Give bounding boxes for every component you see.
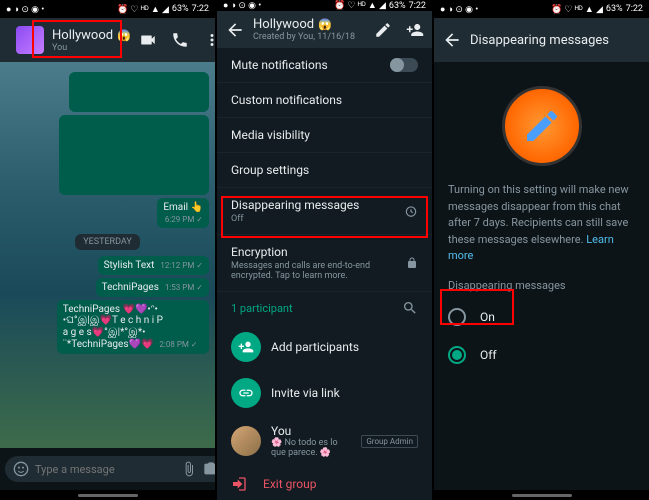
search-icon[interactable] bbox=[402, 300, 418, 316]
add-person-icon bbox=[238, 339, 254, 355]
more-icon[interactable] bbox=[203, 31, 215, 49]
settings-list: Mute notifications Custom notifications … bbox=[217, 48, 432, 500]
voice-call-icon[interactable] bbox=[171, 31, 189, 49]
mute-notifications[interactable]: Mute notifications bbox=[217, 48, 432, 83]
avatar bbox=[231, 426, 261, 456]
chat-header: Hollywood😱 You bbox=[0, 18, 215, 62]
nav-bar bbox=[0, 490, 215, 500]
camera-icon[interactable] bbox=[203, 461, 215, 477]
highlight-box bbox=[440, 289, 514, 325]
message-input[interactable] bbox=[5, 456, 215, 482]
exit-icon bbox=[231, 476, 247, 492]
exit-group[interactable]: Exit group bbox=[217, 466, 432, 500]
edit-icon[interactable] bbox=[374, 21, 392, 39]
link-icon bbox=[238, 385, 254, 401]
back-icon[interactable] bbox=[225, 20, 245, 40]
radio-off[interactable]: Off bbox=[448, 336, 635, 374]
status-bar: ● ◑ ⊙ ◉ • ⏰ ♡ ᴴᴰ ▲ ◢ 63% 7:22 bbox=[0, 0, 215, 18]
date-separator: YESTERDAY bbox=[75, 234, 140, 250]
pencil-icon bbox=[502, 86, 582, 166]
dm-header: Disappearing messages bbox=[434, 18, 649, 62]
admin-badge: Group Admin bbox=[361, 435, 418, 448]
custom-notifications[interactable]: Custom notifications bbox=[217, 83, 432, 118]
status-bar: ● ◑ ⊙ ◉ • ⏰ ♡ ᴴᴰ ▲ ◢ 63% 7:22 bbox=[434, 0, 649, 18]
disappearing-messages-screen: ● ◑ ⊙ ◉ • ⏰ ♡ ᴴᴰ ▲ ◢ 63% 7:22 Disappeari… bbox=[434, 0, 649, 500]
group-info-screen: ● ◑ ⊙ ◉ • ⏰ ♡ ᴴᴰ ▲ ◢ 63% 7:22 Hollywood😱… bbox=[217, 0, 432, 500]
video-call-icon[interactable] bbox=[139, 31, 157, 49]
participants-header: 1 participant bbox=[217, 292, 432, 324]
status-bar: ● ◑ ⊙ ◉ • ⏰ ♡ ᴴᴰ ▲ ◢ 63% 7:22 bbox=[217, 0, 432, 11]
highlight-box bbox=[221, 196, 428, 238]
lock-icon bbox=[406, 257, 418, 269]
info-header: Hollywood😱 Created by You, 11/16/18 bbox=[217, 11, 432, 48]
add-person-icon[interactable] bbox=[406, 21, 424, 39]
chat-area[interactable]: Email 👆6:29 PM ✓ YESTERDAY Stylish Text1… bbox=[0, 62, 215, 448]
highlight-box bbox=[32, 20, 122, 58]
message-input-bar bbox=[0, 448, 215, 490]
radio-icon bbox=[448, 346, 466, 364]
invite-via-link[interactable]: Invite via link bbox=[217, 370, 432, 416]
encryption[interactable]: EncryptionMessages and calls are end-to-… bbox=[217, 235, 432, 292]
mute-toggle[interactable] bbox=[390, 58, 418, 72]
nav-bar bbox=[434, 490, 649, 500]
back-icon[interactable] bbox=[442, 30, 462, 50]
media-visibility[interactable]: Media visibility bbox=[217, 118, 432, 153]
attach-icon[interactable] bbox=[181, 461, 197, 477]
emoji-icon[interactable] bbox=[13, 461, 29, 477]
group-settings[interactable]: Group settings bbox=[217, 153, 432, 188]
dm-content: Turning on this setting will make new me… bbox=[434, 62, 649, 490]
chat-screen: ● ◑ ⊙ ◉ • ⏰ ♡ ᴴᴰ ▲ ◢ 63% 7:22 Hollywood😱… bbox=[0, 0, 215, 500]
add-participants[interactable]: Add participants bbox=[217, 324, 432, 370]
participant-you[interactable]: You🌸 No todo es lo que parece. 🌸 Group A… bbox=[217, 416, 432, 466]
